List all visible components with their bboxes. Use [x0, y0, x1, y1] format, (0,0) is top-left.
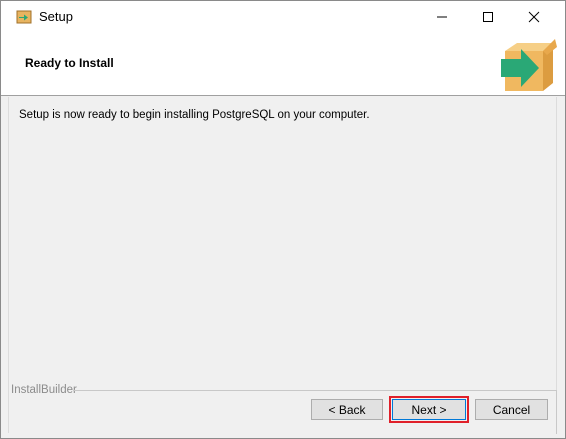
maximize-button[interactable] [465, 1, 511, 32]
installbuilder-label: InstallBuilder [11, 384, 77, 396]
setup-app-icon [16, 10, 32, 24]
content-right-border [556, 97, 557, 390]
maximize-icon [483, 11, 493, 22]
back-button[interactable]: < Back [311, 399, 383, 420]
footer-right-border [556, 390, 557, 434]
wizard-header: Ready to Install [1, 32, 565, 96]
title-bar: Setup [1, 1, 565, 32]
installer-box-arrow-icon [501, 39, 557, 91]
footer-divider [73, 390, 557, 391]
setup-window: Setup Ready to Install Setup is now read… [0, 0, 566, 439]
close-icon [528, 11, 540, 22]
minimize-button[interactable] [419, 1, 465, 32]
cancel-button[interactable]: Cancel [475, 399, 548, 420]
close-button[interactable] [511, 1, 557, 32]
content-left-border [8, 97, 9, 433]
next-button[interactable]: Next > [392, 399, 466, 420]
window-title: Setup [39, 9, 73, 24]
ready-message: Setup is now ready to begin installing P… [19, 109, 370, 121]
minimize-icon [437, 16, 447, 17]
page-title: Ready to Install [25, 56, 114, 70]
